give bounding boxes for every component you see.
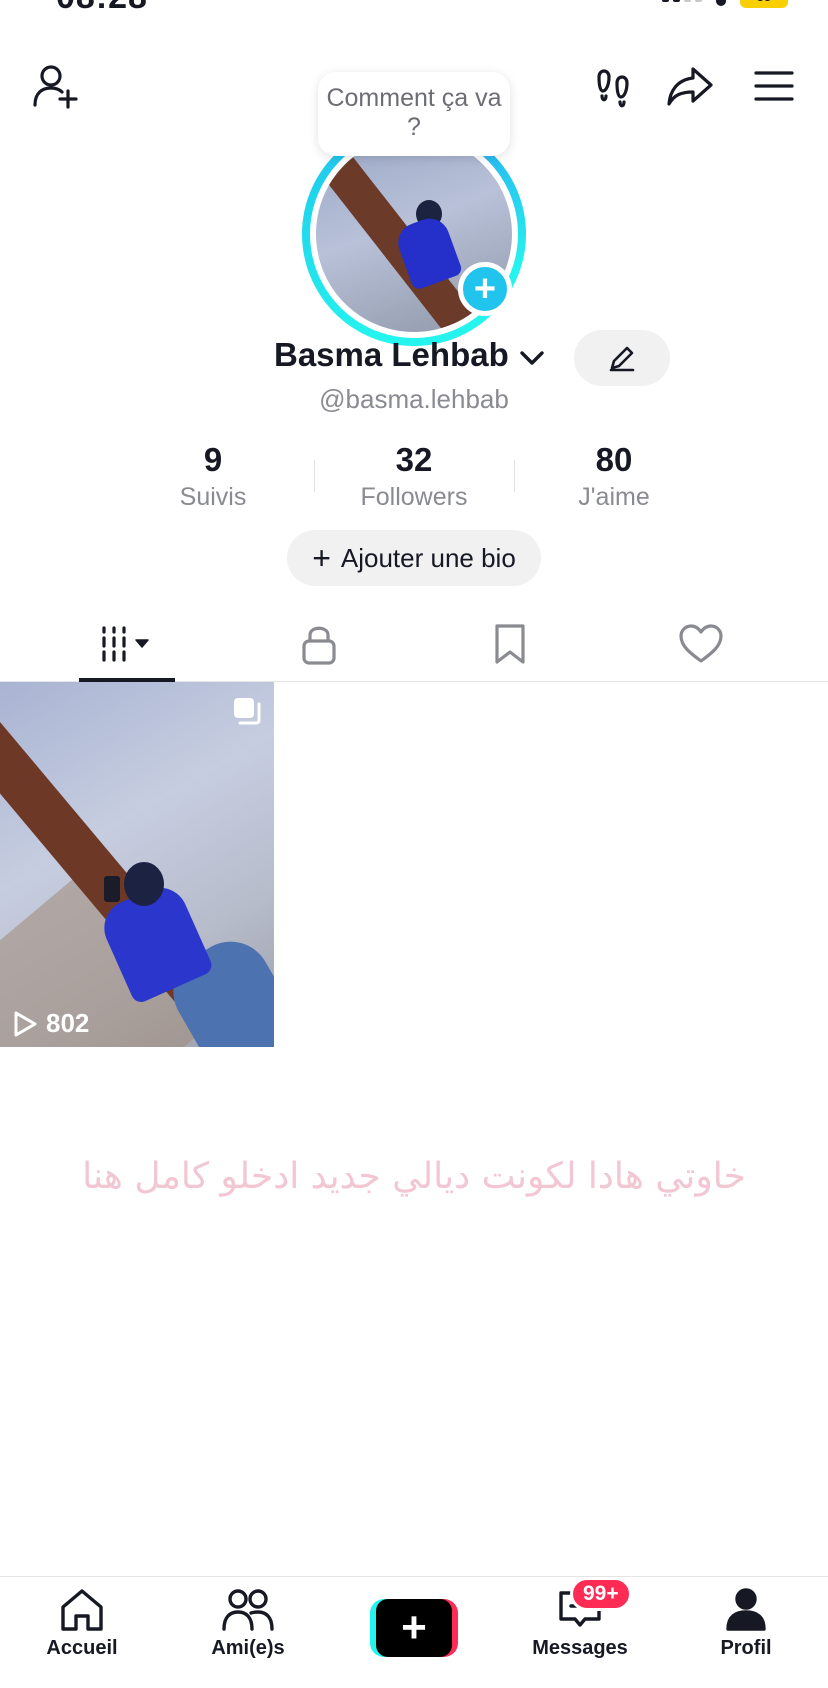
tab-private[interactable] <box>215 606 422 682</box>
chevron-down-icon[interactable] <box>518 348 546 368</box>
heart-icon <box>678 624 723 663</box>
stat-value: 32 <box>395 441 433 478</box>
share-icon <box>667 67 713 106</box>
nav-friends[interactable]: Ami(e)s <box>178 1587 318 1660</box>
status-indicators: 55 <box>662 0 788 8</box>
profile-page: 08:28 55 <box>0 0 828 1688</box>
nav-label: Messages <box>532 1637 628 1659</box>
bottom-nav: Accueil Ami(e)s + Messages 99+ Profil <box>0 1576 828 1688</box>
profile-views-button[interactable] <box>588 60 640 112</box>
home-icon <box>61 1589 103 1631</box>
view-count-value: 802 <box>46 1008 90 1038</box>
add-bio-button[interactable]: + Ajouter une bio <box>287 530 541 586</box>
status-bubble[interactable]: Comment ça va ? <box>318 72 510 156</box>
username: @basma.lehbab <box>319 384 509 414</box>
stat-value: 9 <box>203 441 223 478</box>
content-tabs <box>0 606 828 682</box>
tab-saved[interactable] <box>406 606 613 682</box>
play-icon <box>14 1011 37 1036</box>
signal-icon <box>662 0 702 2</box>
nav-label: Accueil <box>46 1637 118 1659</box>
menu-icon <box>754 71 794 101</box>
display-name[interactable]: Basma Lehbab <box>274 336 509 374</box>
plus-icon: + <box>473 268 497 310</box>
tab-videos[interactable] <box>24 606 231 682</box>
stat-label: Followers <box>360 483 468 511</box>
nav-label: Ami(e)s <box>211 1637 285 1659</box>
footprints-icon <box>597 69 629 108</box>
add-friend-icon <box>33 65 78 109</box>
overlay-caption: خاوتي هادا لكونت ديالي جديد ادخلو كامل ه… <box>82 1156 746 1197</box>
name-row: Basma Lehbab <box>0 336 828 386</box>
stat-label: J'aime <box>578 483 650 511</box>
add-friend-button[interactable] <box>30 60 82 112</box>
stat-value: 80 <box>595 441 633 478</box>
plus-icon: + <box>312 540 331 576</box>
lock-icon <box>301 626 336 665</box>
wifi-icon <box>716 0 726 6</box>
bookmark-icon <box>494 624 525 664</box>
multi-photo-icon <box>234 698 261 725</box>
tab-liked[interactable] <box>597 606 804 682</box>
add-bio-label: Ajouter une bio <box>340 542 516 573</box>
stat-likes[interactable]: 80 J'aime <box>514 440 714 514</box>
messages-badge: 99+ <box>570 1577 632 1611</box>
add-story-button[interactable]: + <box>458 262 512 316</box>
stat-following[interactable]: 9 Suivis <box>113 440 313 514</box>
view-count: 802 <box>12 1008 89 1039</box>
nav-profile[interactable]: Profil <box>676 1587 816 1660</box>
stat-followers[interactable]: 32 Followers <box>314 440 514 514</box>
stat-label: Suivis <box>179 483 247 511</box>
plus-icon: + <box>376 1599 452 1657</box>
menu-button[interactable] <box>748 60 800 112</box>
pencil-icon <box>609 346 635 372</box>
status-time: 08:28 <box>56 0 148 17</box>
battery-icon: 55 <box>740 0 788 8</box>
create-button[interactable]: + <box>370 1599 458 1657</box>
video-thumbnail[interactable] <box>0 682 274 1047</box>
nav-home[interactable]: Accueil <box>12 1587 152 1660</box>
nav-label: Profil <box>720 1637 772 1659</box>
edit-profile-button[interactable] <box>574 330 670 386</box>
friends-icon <box>222 1589 274 1631</box>
grid-icon <box>101 626 149 662</box>
person-icon <box>726 1588 766 1631</box>
stats-row: 9 Suivis 32 Followers 80 J'aime <box>0 440 828 512</box>
battery-level: 55 <box>757 0 771 4</box>
share-profile-button[interactable] <box>664 60 716 112</box>
